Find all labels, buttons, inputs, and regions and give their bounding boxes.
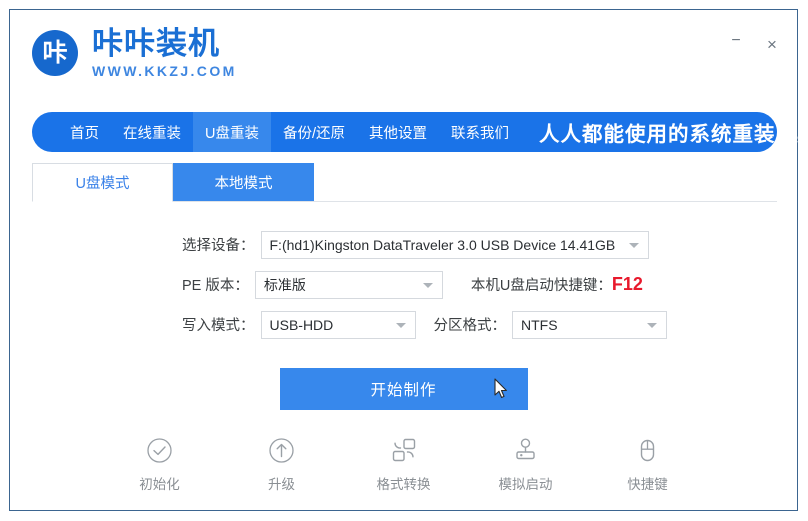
nav-item-home[interactable]: 首页 xyxy=(58,112,111,152)
mode-tabs-container: U盘模式 本地模式 xyxy=(10,162,797,202)
partition-format-select[interactable]: NTFS xyxy=(512,310,667,339)
device-label: 选择设备： xyxy=(182,238,255,254)
start-make-button[interactable]: 开始制作 xyxy=(279,368,528,410)
chevron-down-icon xyxy=(628,242,639,248)
device-row: 选择设备： F:(hd1)Kingston DataTraveler 3.0 U… xyxy=(10,228,797,261)
nav-item-online-reinstall[interactable]: 在线重装 xyxy=(111,112,193,152)
tool-simulate-boot-label: 模拟启动 xyxy=(498,477,553,492)
brand-url: WWW.KKZJ.COM xyxy=(92,62,237,79)
main-navigation-bar: 首页 在线重装 U盘重装 备份/还原 其他设置 联系我们 人人都能使用的系统重装… xyxy=(32,112,808,152)
tool-hotkeys[interactable]: 快捷键 xyxy=(610,435,686,493)
pe-version-select-value: 标准版 xyxy=(263,276,306,293)
write-mode-label: 写入模式： xyxy=(182,318,255,334)
pe-version-row: PE 版本： 标准版 本机U盘启动快捷键：F12 xyxy=(10,268,797,301)
joystick-icon xyxy=(511,435,541,465)
usb-settings-form: 选择设备： F:(hd1)Kingston DataTraveler 3.0 U… xyxy=(10,228,797,348)
nav-item-usb-reinstall[interactable]: U盘重装 xyxy=(193,112,271,152)
tool-hotkeys-label: 快捷键 xyxy=(627,477,668,492)
device-select-value: F:(hd1)Kingston DataTraveler 3.0 USB Dev… xyxy=(269,236,616,253)
arrow-up-circle-icon xyxy=(267,435,297,465)
nav-item-other-settings[interactable]: 其他设置 xyxy=(357,112,439,152)
pe-version-select[interactable]: 标准版 xyxy=(254,270,443,299)
device-select[interactable]: F:(hd1)Kingston DataTraveler 3.0 USB Dev… xyxy=(260,230,649,259)
write-mode-select-value: USB-HDD xyxy=(269,316,334,333)
tool-format-convert-label: 格式转换 xyxy=(376,477,431,492)
chevron-down-icon xyxy=(422,282,433,288)
nav-item-backup-restore[interactable]: 备份/还原 xyxy=(271,112,357,152)
chevron-down-icon xyxy=(395,322,406,328)
tab-usb-mode[interactable]: U盘模式 xyxy=(32,163,173,202)
format-convert-icon xyxy=(389,435,419,465)
boot-hotkey-label: 本机U盘启动快捷键： xyxy=(470,278,612,294)
chevron-down-icon xyxy=(647,322,657,328)
brand-text: 咔咔装机 WWW.KKZJ.COM xyxy=(92,26,237,79)
nav-item-contact-us[interactable]: 联系我们 xyxy=(439,112,521,152)
tools-row: 初始化 升级 格式转换 模拟启动 快捷键 xyxy=(10,435,797,493)
title-bar: 咔 咔咔装机 WWW.KKZJ.COM − × xyxy=(10,10,797,98)
tool-initialize-label: 初始化 xyxy=(139,477,180,492)
tool-initialize[interactable]: 初始化 xyxy=(122,435,198,493)
mouse-icon xyxy=(633,435,663,465)
start-button-container: 开始制作 xyxy=(10,368,797,410)
tab-local-mode[interactable]: 本地模式 xyxy=(173,163,314,202)
boot-hotkey-value: F12 xyxy=(611,274,643,294)
write-mode-row: 写入模式： USB-HDD 分区格式： NTFS xyxy=(10,308,797,341)
app-logo-icon: 咔 xyxy=(32,30,78,77)
nav-slogan: 人人都能使用的系统重装工具 xyxy=(539,123,808,146)
window-controls: − × xyxy=(721,28,787,61)
application-window: 咔 咔咔装机 WWW.KKZJ.COM − × 首页 在线重装 U盘重装 备份/… xyxy=(9,9,808,511)
tool-upgrade[interactable]: 升级 xyxy=(244,435,320,493)
write-mode-select[interactable]: USB-HDD xyxy=(260,310,416,339)
nav-item-list: 首页 在线重装 U盘重装 备份/还原 其他设置 联系我们 xyxy=(58,112,521,152)
partition-format-select-value: NTFS xyxy=(521,316,558,333)
close-button[interactable]: × xyxy=(757,32,787,58)
brand-name: 咔咔装机 xyxy=(92,26,220,61)
minimize-button[interactable]: − xyxy=(721,28,751,61)
pe-version-label: PE 版本： xyxy=(182,278,249,294)
tool-upgrade-label: 升级 xyxy=(268,477,295,492)
partition-format-label: 分区格式： xyxy=(433,318,507,334)
brand-logo-area: 咔 咔咔装机 WWW.KKZJ.COM xyxy=(32,26,237,79)
boot-hotkey-info: 本机U盘启动快捷键：F12 xyxy=(471,274,643,295)
check-circle-icon xyxy=(145,435,175,465)
mode-tabs: U盘模式 本地模式 xyxy=(32,162,797,202)
tool-simulate-boot[interactable]: 模拟启动 xyxy=(488,435,564,493)
tool-format-convert[interactable]: 格式转换 xyxy=(366,435,442,493)
